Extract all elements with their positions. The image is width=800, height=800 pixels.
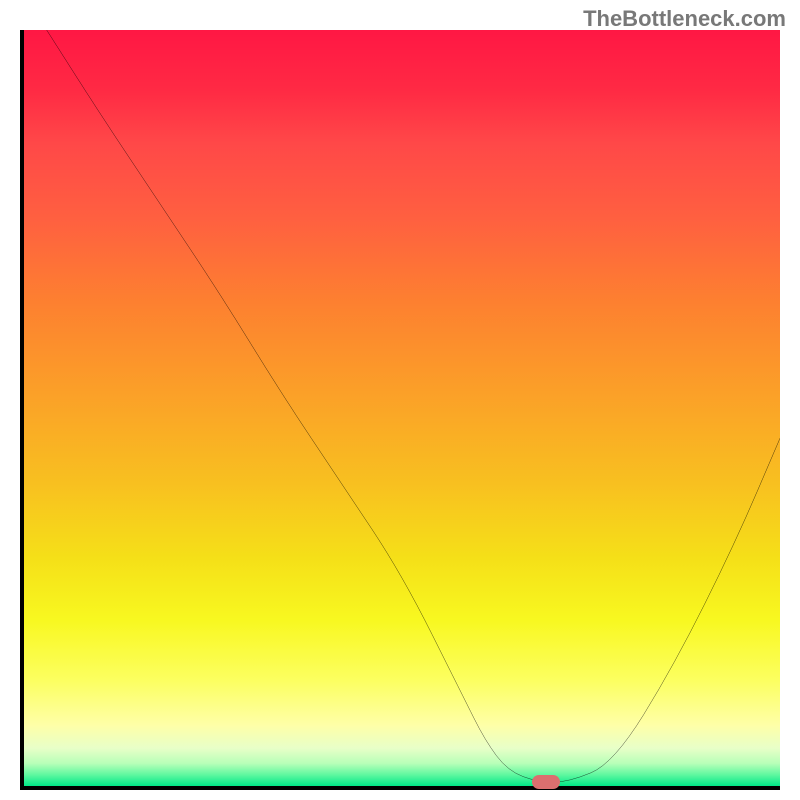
- plot-area: [20, 30, 780, 790]
- bottleneck-curve: [47, 30, 780, 782]
- optimal-marker: [532, 775, 560, 789]
- watermark-text: TheBottleneck.com: [583, 6, 786, 32]
- curve-svg: [24, 30, 780, 786]
